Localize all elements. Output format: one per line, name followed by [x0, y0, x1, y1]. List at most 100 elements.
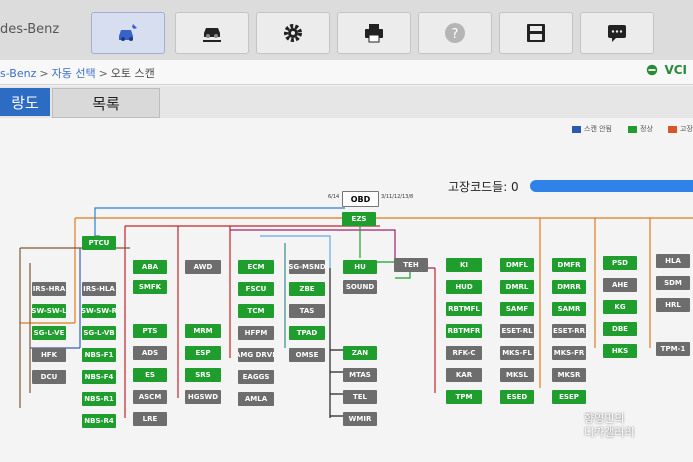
module-tcm[interactable]: TCM	[238, 304, 274, 318]
module-ezs[interactable]: EZS	[342, 212, 376, 226]
module-tpad[interactable]: TPAD	[289, 326, 325, 340]
module-esp[interactable]: ESP	[185, 346, 221, 360]
module-mtas[interactable]: MTAS	[343, 368, 377, 382]
module-rbtmfr[interactable]: RBTMFR	[446, 324, 482, 338]
vehicle-lift-button[interactable]	[175, 12, 249, 54]
chat-icon	[608, 25, 626, 42]
module-sw-sw-r[interactable]: SW-SW-R	[82, 304, 116, 318]
module-dmrl[interactable]: DMRL	[500, 280, 534, 294]
module-mksl[interactable]: MKSL	[500, 368, 534, 382]
message-button[interactable]	[580, 12, 654, 54]
module-smfk[interactable]: SMFK	[133, 280, 167, 294]
settings-button[interactable]	[256, 12, 330, 54]
module-nbs-r4[interactable]: NBS-R4	[82, 414, 116, 428]
breadcrumb-separator: >	[39, 67, 49, 80]
module-sdm[interactable]: SDM	[656, 276, 690, 290]
module-lre[interactable]: LRE	[133, 412, 167, 426]
module-hks[interactable]: HKS	[603, 344, 637, 358]
module-aba[interactable]: ABA	[133, 260, 167, 274]
module-sg-l-vb[interactable]: SG-L-VB	[82, 326, 116, 340]
module-tas[interactable]: TAS	[289, 304, 325, 318]
module-srs[interactable]: SRS	[185, 368, 221, 382]
car-lift-icon	[203, 28, 221, 42]
module-rbtmfl[interactable]: RBTMFL	[446, 302, 482, 316]
watermark-line-2: 디카갤러리	[584, 426, 635, 439]
help-button[interactable]: ?	[418, 12, 492, 54]
module-mksr[interactable]: MKSR	[552, 368, 586, 382]
module-wmir[interactable]: WMIR	[343, 412, 377, 426]
module-hfpm[interactable]: HFPM	[238, 326, 274, 340]
module-es[interactable]: ES	[133, 368, 167, 382]
module-ecm[interactable]: ECM	[238, 260, 274, 274]
save-icon	[527, 24, 545, 42]
module-mks-fl[interactable]: MKS-FL	[500, 346, 534, 360]
module-hla[interactable]: HLA	[656, 254, 690, 268]
module-ptcu[interactable]: PTCU	[82, 236, 116, 250]
module-fscu[interactable]: FSCU	[238, 282, 274, 296]
module-zan[interactable]: ZAN	[343, 346, 377, 360]
module-kar[interactable]: KAR	[446, 368, 482, 382]
module-ahe[interactable]: AHE	[603, 278, 637, 292]
breadcrumb-auto-select[interactable]: 자동 선택	[52, 67, 96, 80]
save-button[interactable]	[499, 12, 573, 54]
module-tpm[interactable]: TPM	[446, 390, 482, 404]
module-hud[interactable]: HUD	[446, 280, 482, 294]
module-eset-rr[interactable]: ESET-RR	[552, 324, 586, 338]
module-sw-sw-l[interactable]: SW-SW-L	[32, 304, 66, 318]
module-dmfl[interactable]: DMFL	[500, 258, 534, 272]
module-eaggs[interactable]: EAGGS	[238, 370, 274, 384]
watermark-line-1: 향영민의	[584, 412, 625, 425]
vci-label: VCI	[664, 63, 687, 77]
module-samr[interactable]: SAMR	[552, 302, 586, 316]
module-hgswd[interactable]: HGSWD	[185, 390, 221, 404]
module-hu[interactable]: HU	[343, 260, 377, 274]
network-topology-diagram: 6/14 OBD 3/11/12/13/8 EZS PTCU IRS-HRA S…	[0, 118, 693, 462]
module-dcu[interactable]: DCU	[32, 370, 66, 384]
module-amla[interactable]: AMLA	[238, 392, 274, 406]
module-mrm[interactable]: MRM	[185, 324, 221, 338]
module-psd[interactable]: PSD	[603, 256, 637, 270]
module-esep[interactable]: ESEP	[552, 390, 586, 404]
module-amg-drve[interactable]: AMG DRVE	[238, 348, 274, 362]
module-omse[interactable]: OMSE	[289, 348, 325, 362]
module-hfk[interactable]: HFK	[32, 348, 66, 362]
svg-text:?: ?	[452, 27, 459, 42]
tab-list[interactable]: 목록	[52, 88, 160, 118]
module-kg[interactable]: KG	[603, 300, 637, 314]
module-pts[interactable]: PTS	[133, 324, 167, 338]
tab-topology[interactable]: 랑도	[0, 88, 50, 116]
module-dmrr[interactable]: DMRR	[552, 280, 586, 294]
print-button[interactable]	[337, 12, 411, 54]
obd-right-pins: 3/11/12/13/8	[381, 194, 414, 200]
printer-icon	[365, 24, 383, 43]
module-ads[interactable]: ADS	[133, 346, 167, 360]
gear-icon	[284, 24, 302, 42]
breadcrumb-separator: >	[98, 67, 108, 80]
breadcrumb-brand[interactable]: s-Benz	[0, 67, 36, 80]
module-ascm[interactable]: ASCM	[133, 390, 167, 404]
module-zbe[interactable]: ZBE	[289, 282, 325, 296]
module-mks-fr[interactable]: MKS-FR	[552, 346, 586, 360]
module-rfk-c[interactable]: RFK-C	[446, 346, 482, 360]
obd-connector[interactable]: OBD	[342, 191, 379, 207]
auto-scan-button[interactable]	[91, 12, 165, 54]
module-sg-l-ve[interactable]: SG-L-VE	[32, 326, 66, 340]
module-irs-hla[interactable]: IRS-HLA	[82, 282, 116, 296]
module-awd[interactable]: AWD	[185, 260, 221, 274]
module-irs-hra[interactable]: IRS-HRA	[32, 282, 66, 296]
module-nbs-f4[interactable]: NBS-F4	[82, 370, 116, 384]
module-esed[interactable]: ESED	[500, 390, 534, 404]
module-dbe[interactable]: DBE	[603, 322, 637, 336]
module-teh[interactable]: TEH	[394, 258, 428, 272]
module-dmfr[interactable]: DMFR	[552, 258, 586, 272]
module-sg-msnd[interactable]: SG-MSND	[289, 260, 325, 274]
module-nbs-f1[interactable]: NBS-F1	[82, 348, 116, 362]
module-tel[interactable]: TEL	[343, 390, 377, 404]
module-ki[interactable]: KI	[446, 258, 482, 272]
module-nbs-r1[interactable]: NBS-R1	[82, 392, 116, 406]
module-tpm-1[interactable]: TPM-1	[656, 342, 690, 356]
module-eset-rl[interactable]: ESET-RL	[500, 324, 534, 338]
module-hrl[interactable]: HRL	[656, 298, 690, 312]
module-samf[interactable]: SAMF	[500, 302, 534, 316]
module-sound[interactable]: SOUND	[343, 280, 377, 294]
